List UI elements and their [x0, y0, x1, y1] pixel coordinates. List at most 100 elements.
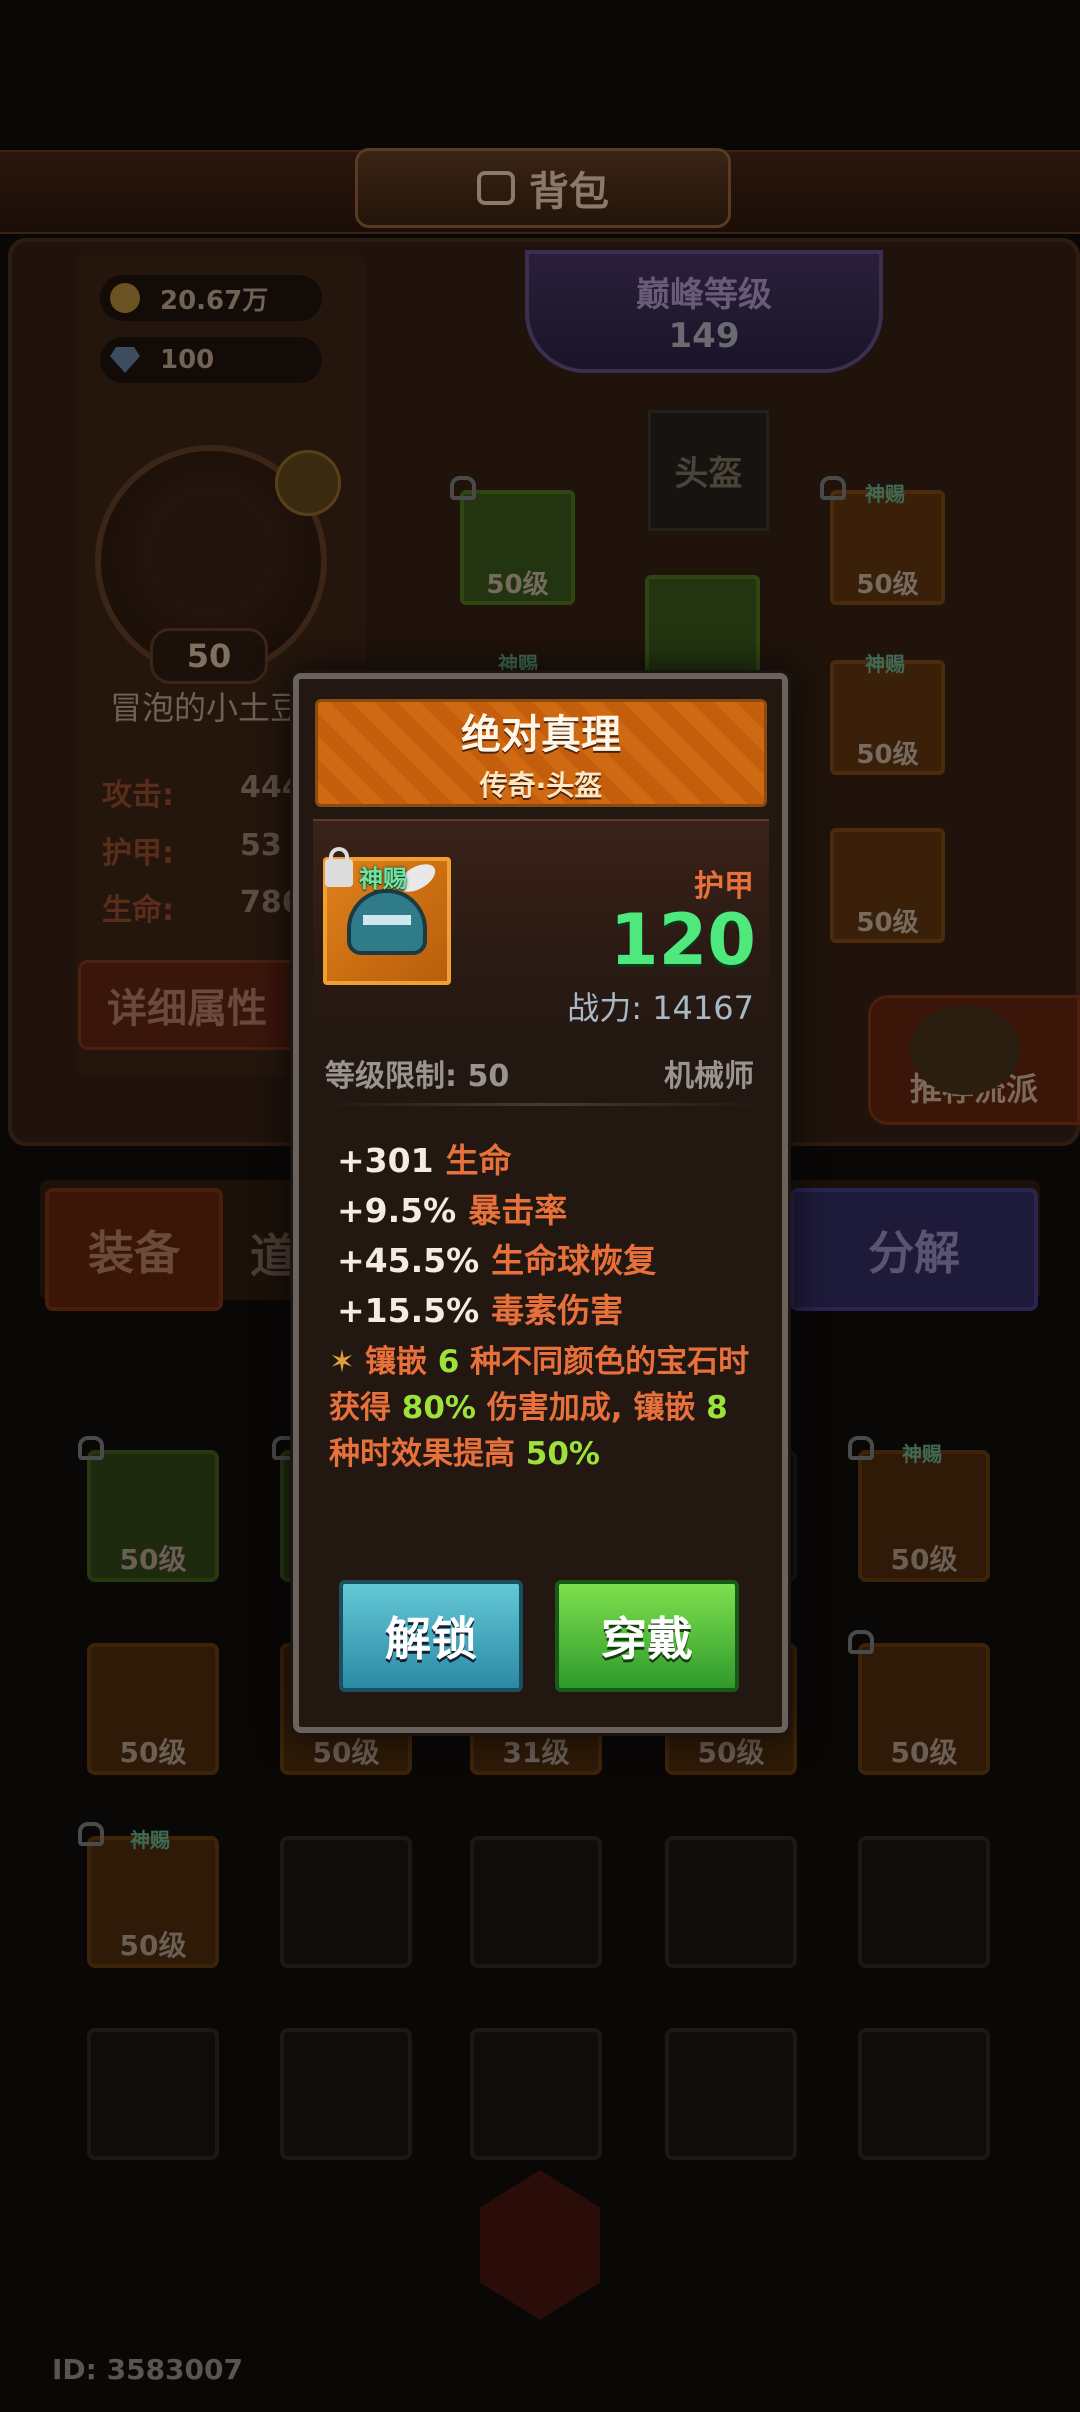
- refresh-icon[interactable]: [275, 450, 341, 516]
- bag-icon: [477, 171, 515, 205]
- attribute-value: +15.5%: [337, 1291, 480, 1330]
- star-icon: ✶: [329, 1344, 355, 1380]
- inventory-slot[interactable]: [470, 2028, 602, 2160]
- inventory-slot-level: 50级: [697, 1736, 765, 1769]
- divine-tag: 神赐: [865, 482, 905, 506]
- level-requirement: 等级限制: 50: [325, 1059, 510, 1094]
- inventory-slot[interactable]: 50级: [87, 1450, 219, 1582]
- equip-slot-level: 50级: [856, 570, 919, 600]
- item-type: 传奇·头盔: [479, 769, 603, 802]
- lock-icon: [78, 1822, 104, 1846]
- inventory-slot-level: 50级: [890, 1736, 958, 1769]
- divine-tag: 神赐: [359, 865, 407, 893]
- inventory-slot[interactable]: [280, 2028, 412, 2160]
- inventory-slot[interactable]: 50级: [858, 1643, 990, 1775]
- gem-display: 100: [100, 337, 322, 383]
- inventory-slot[interactable]: [858, 1836, 990, 1968]
- bonus-highlight: 50%: [525, 1436, 600, 1472]
- power-rating: 战力: 14167: [567, 989, 754, 1027]
- equip-slot-1[interactable]: 50级: [460, 490, 575, 605]
- lock-icon: [848, 1630, 874, 1654]
- class-requirement: 机械师: [664, 1059, 754, 1094]
- lock-icon: [450, 476, 476, 500]
- stat-value-armor: 53: [240, 828, 282, 863]
- stat-label-attack: 攻击:: [102, 778, 174, 813]
- attribute-row: +9.5% 暴击率: [337, 1184, 567, 1232]
- divine-tag: 神赐: [130, 1828, 170, 1852]
- equip-slot-2[interactable]: 50级: [830, 490, 945, 605]
- item-detail-modal: 绝对真理 传奇·头盔 神赐 护甲 120 战力: 14167 等级限制: 50 …: [293, 673, 788, 1733]
- gold-display: 20.67万: [100, 275, 322, 321]
- inventory-slot[interactable]: [665, 1836, 797, 1968]
- tab-decompose[interactable]: 分解: [790, 1188, 1038, 1311]
- bonus-highlight: 80%: [401, 1390, 476, 1426]
- stat-label-hp: 生命:: [102, 893, 174, 928]
- battle-emblem-icon[interactable]: [480, 2170, 600, 2320]
- attribute-row: +301 生命: [337, 1134, 512, 1182]
- inventory-slot[interactable]: [87, 2028, 219, 2160]
- divine-tag: 神赐: [865, 652, 905, 676]
- lock-icon[interactable]: [325, 847, 353, 887]
- inventory-slot[interactable]: [470, 1836, 602, 1968]
- thumbs-up-icon: [910, 1005, 1020, 1095]
- attribute-name: 暴击率: [468, 1191, 568, 1230]
- item-name: 绝对真理: [461, 712, 621, 758]
- bear-face-icon: [156, 496, 266, 606]
- gem-icon: [110, 347, 140, 373]
- divine-tag: 神赐: [902, 1442, 942, 1466]
- inventory-slot[interactable]: [665, 2028, 797, 2160]
- inventory-slot-level: 50级: [312, 1736, 380, 1769]
- wear-button[interactable]: 穿戴: [555, 1580, 739, 1692]
- attribute-row: +15.5% 毒素伤害: [337, 1284, 623, 1332]
- lock-icon: [848, 1436, 874, 1460]
- bonus-text-part: 伤害加成, 镶嵌: [486, 1390, 696, 1426]
- inventory-slot-level: 31级: [502, 1736, 570, 1769]
- inventory-slot-level: 50级: [119, 1736, 187, 1769]
- lock-icon: [820, 476, 846, 500]
- helmet-equip-slot[interactable]: 头盔: [648, 410, 769, 531]
- tab-items[interactable]: 道: [250, 1220, 296, 1286]
- equip-slot-level: 50级: [486, 570, 549, 600]
- bonus-highlight: 6: [437, 1344, 460, 1380]
- stat-label-armor: 护甲:: [102, 836, 174, 871]
- player-level-badge: 50: [150, 628, 268, 684]
- title-plate: 背包: [355, 148, 731, 228]
- peak-level-value: 149: [668, 316, 740, 356]
- detail-attributes-button[interactable]: 详细属性: [78, 960, 328, 1050]
- helmet-stripe: [363, 915, 411, 925]
- equip-slot-level: 50级: [856, 908, 919, 938]
- bonus-text-part: 镶嵌: [364, 1344, 427, 1380]
- equip-slot-3[interactable]: 50级: [830, 660, 945, 775]
- attribute-name: 毒素伤害: [491, 1291, 624, 1330]
- inventory-slot[interactable]: 50级: [858, 1450, 990, 1582]
- bonus-highlight: 8: [706, 1390, 728, 1426]
- unlock-button[interactable]: 解锁: [339, 1580, 523, 1692]
- inventory-slot[interactable]: [858, 2028, 990, 2160]
- player-id: ID: 3583007: [52, 2353, 243, 2386]
- attribute-name: 生命: [445, 1141, 512, 1180]
- divider: [319, 1103, 763, 1106]
- helmet-icon: [347, 889, 427, 955]
- gold-coin-icon: [110, 283, 140, 313]
- bonus-text-part: 种时效果提高: [329, 1436, 515, 1472]
- set-bonus-description: ✶ 镶嵌 6 种不同颜色的宝石时获得 80% 伤害加成, 镶嵌 8 种时效果提高 …: [329, 1339, 759, 1477]
- inventory-slot-level: 50级: [119, 1543, 187, 1576]
- gold-amount: 20.67万: [160, 285, 269, 316]
- inventory-slot-level: 50级: [119, 1929, 187, 1962]
- inventory-slot[interactable]: [280, 1836, 412, 1968]
- peak-level-banner: 巅峰等级 149: [525, 250, 883, 373]
- tab-equipment[interactable]: 装备: [45, 1188, 223, 1311]
- inventory-slot-level: 50级: [890, 1543, 958, 1576]
- equip-slot-level: 50级: [856, 740, 919, 770]
- inventory-slot[interactable]: 50级: [87, 1836, 219, 1968]
- inventory-slot[interactable]: 50级: [87, 1643, 219, 1775]
- item-header: 绝对真理 传奇·头盔: [315, 699, 767, 807]
- attribute-row: +45.5% 生命球恢复: [337, 1234, 656, 1282]
- attribute-value: +45.5%: [337, 1241, 480, 1280]
- gem-amount: 100: [160, 345, 215, 375]
- peak-level-title: 巅峰等级: [636, 275, 772, 315]
- attribute-value: +9.5%: [337, 1191, 457, 1230]
- attribute-value: +301: [337, 1141, 434, 1180]
- equip-slot-4[interactable]: 50级: [830, 828, 945, 943]
- attribute-name: 生命球恢复: [491, 1241, 657, 1280]
